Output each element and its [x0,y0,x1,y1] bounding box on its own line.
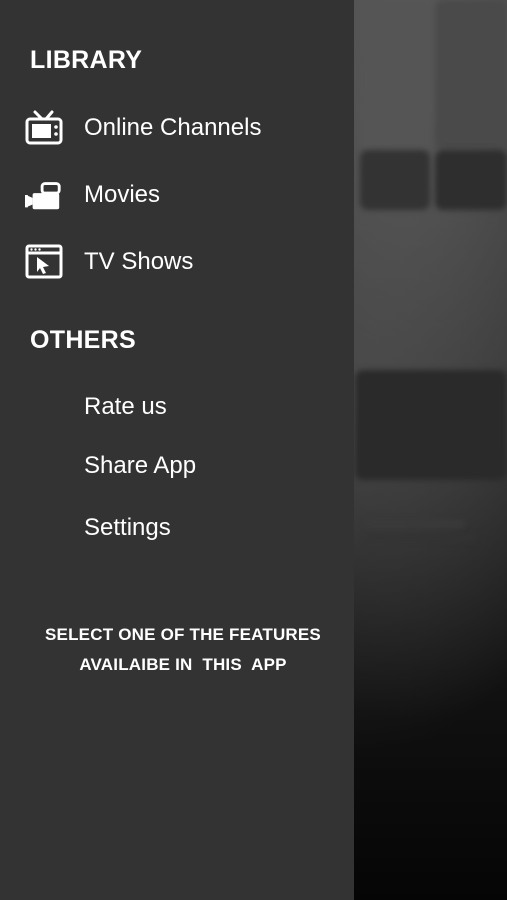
app-screen: LIBRARY Online Channels Movies TV Shows … [0,0,507,900]
nav-item-rate-us[interactable]: Rate us [0,379,354,435]
nav-item-online-channels[interactable]: Online Channels [0,100,354,156]
footer-line: SELECT ONE OF THE FEATURES [45,625,321,644]
nav-item-settings[interactable]: Settings [0,500,354,556]
drawer-footer-message: SELECT ONE OF THE FEATURES AVAILAIBE IN … [0,620,366,680]
blurred-thumbnail [355,370,507,480]
nav-item-tv-shows[interactable]: TV Shows [0,234,354,290]
nav-item-label: TV Shows [84,248,194,275]
browser-window-cursor-icon [25,243,63,281]
blurred-thumbnail [360,0,430,150]
nav-item-label: Online Channels [84,114,262,141]
blurred-text [365,535,475,541]
footer-line: AVAILAIBE IN THIS APP [79,655,287,674]
video-camera-icon [25,176,63,214]
nav-item-share-app[interactable]: Share App [0,438,354,494]
blurred-thumbnail [435,0,507,150]
others-section-title: OTHERS [30,326,136,354]
nav-item-movies[interactable]: Movies [0,167,354,223]
nav-item-label: Movies [84,181,161,208]
navigation-drawer: LIBRARY Online Channels Movies TV Shows … [0,0,354,900]
nav-item-label: Share App [84,452,197,479]
nav-item-label: Settings [84,514,171,541]
blurred-thumbnail [435,150,507,210]
nav-item-label: Rate us [84,393,167,420]
library-section-title: LIBRARY [30,46,143,74]
blurred-text [365,520,465,528]
blurred-thumbnail [360,150,430,210]
tv-icon [25,109,63,147]
